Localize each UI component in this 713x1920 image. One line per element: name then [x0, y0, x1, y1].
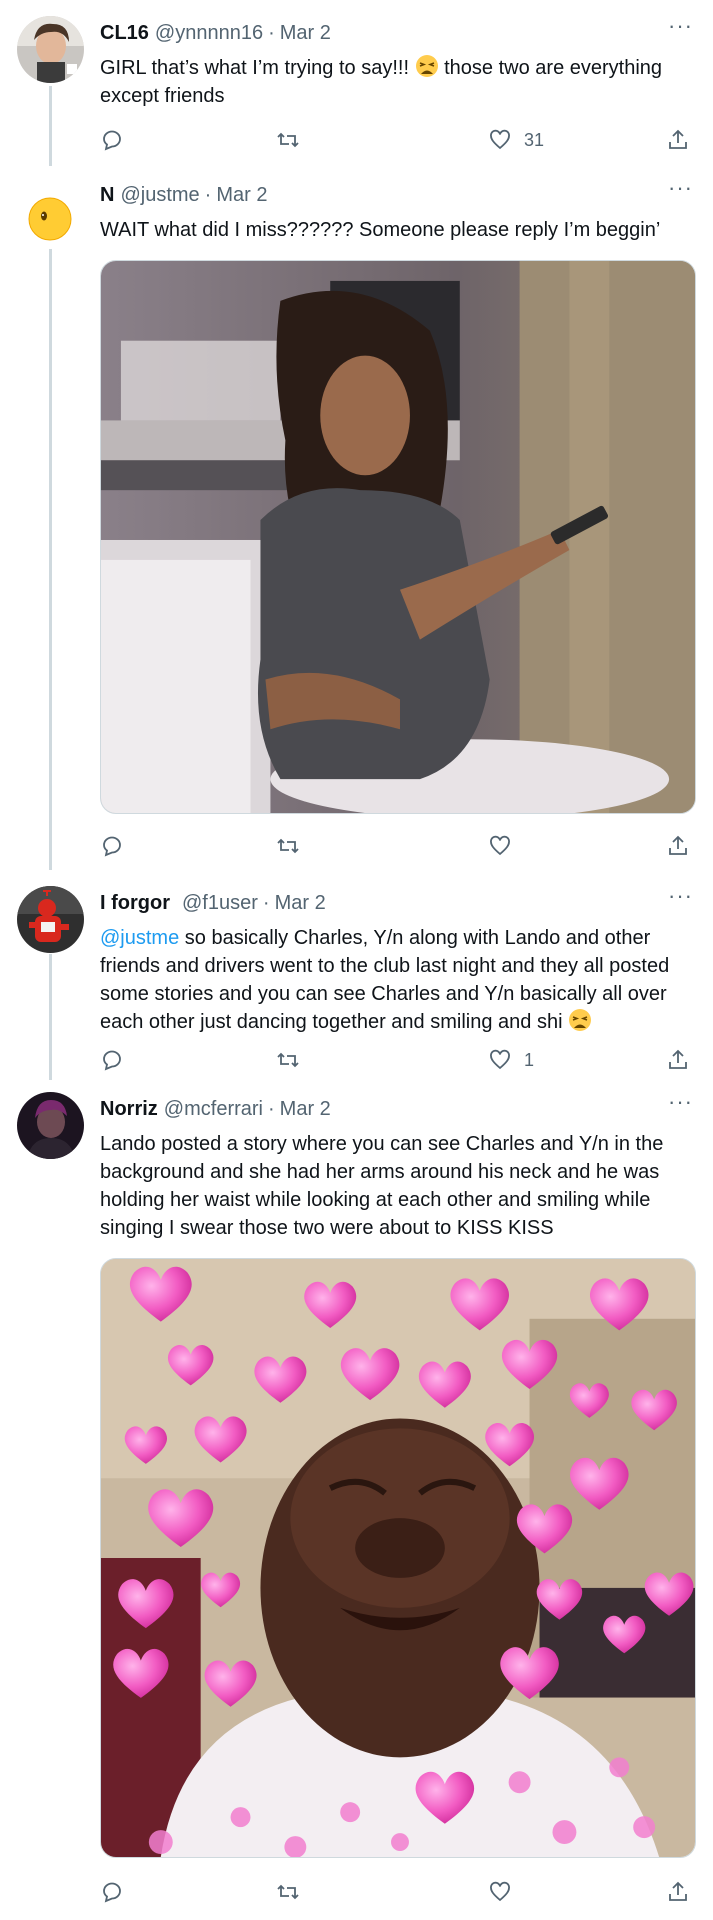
retweet-icon [277, 838, 299, 854]
like-button[interactable]: 1 [488, 1046, 534, 1074]
separator: · [268, 21, 275, 44]
tweet-text: @justme so basically Charles, Y/n along … [100, 924, 699, 1036]
separator: · [268, 1097, 275, 1120]
handle[interactable]: @mcferrari [164, 1098, 263, 1121]
tweet[interactable]: I forgor @f1user · Mar 2 ··· @justme so … [0, 870, 713, 1084]
like-count: 1 [524, 1049, 535, 1070]
reply-button[interactable] [100, 832, 124, 860]
timestamp[interactable]: Mar 2 [280, 22, 331, 45]
share-icon [669, 129, 687, 149]
tweet-text: Lando posted a story where you can see C… [100, 1133, 664, 1239]
retweet-button[interactable] [276, 832, 300, 860]
retweet-icon [277, 1052, 299, 1068]
heart-icon [490, 835, 510, 856]
handle[interactable]: @ynnnnn16 [155, 22, 263, 45]
like-count: 31 [524, 129, 545, 150]
avatar[interactable] [17, 886, 84, 953]
tweet-actions [100, 832, 696, 860]
handle[interactable]: @f1user [182, 892, 258, 915]
tweet-text: GIRL that’s what I’m trying to say!!! th… [100, 54, 699, 110]
display-name[interactable]: Norriz [100, 1098, 158, 1121]
tweet-photo[interactable] [100, 260, 696, 814]
share-icon [669, 1049, 687, 1069]
photo-man-crying-with-hearts [101, 1259, 695, 1857]
tweet-text-part: GIRL that’s what I’m trying to say!!! [100, 57, 415, 79]
tweet-header: Norriz @mcferrari · Mar 2 ··· [100, 1091, 693, 1122]
heart-icon [490, 1881, 510, 1902]
share-icon [669, 835, 687, 855]
more-options-icon[interactable]: ··· [668, 177, 693, 199]
heart-icon [490, 129, 510, 150]
avatar[interactable] [17, 16, 84, 83]
tweet[interactable]: Norriz @mcferrari · Mar 2 ··· Lando post… [0, 1084, 713, 1920]
weary-face-icon [415, 55, 438, 77]
separator: · [262, 891, 270, 914]
avatar[interactable] [17, 182, 84, 249]
retweet-button[interactable] [276, 126, 300, 154]
like-button[interactable] [488, 1878, 524, 1906]
tweet-photo[interactable] [100, 1258, 696, 1858]
reply-icon [103, 1882, 121, 1903]
timestamp[interactable]: Mar 2 [275, 892, 326, 915]
tweet-actions: 31 [100, 126, 696, 154]
retweet-button[interactable] [276, 1878, 300, 1906]
tweet[interactable]: CL16 @ynnnnn16 · Mar 2 ··· GIRL that’s w… [0, 0, 713, 166]
retweet-icon [277, 1884, 299, 1900]
avatar[interactable] [17, 1092, 84, 1159]
share-button[interactable] [666, 126, 690, 154]
timestamp[interactable]: Mar 2 [216, 184, 267, 207]
display-name[interactable]: N [100, 184, 114, 207]
reply-icon [103, 1050, 121, 1071]
share-button[interactable] [666, 832, 690, 860]
tweet-actions: 1 [100, 1046, 696, 1074]
more-options-icon[interactable]: ··· [668, 15, 693, 37]
reply-button[interactable] [100, 1878, 124, 1906]
like-button[interactable]: 31 [488, 126, 544, 154]
heart-icon [490, 1049, 510, 1070]
tweet-actions [100, 1878, 696, 1906]
tweet-header: I forgor @f1user · Mar 2 ··· [100, 885, 693, 916]
reply-button[interactable] [100, 1046, 124, 1074]
like-button[interactable] [488, 832, 524, 860]
timestamp[interactable]: Mar 2 [280, 1098, 331, 1121]
share-button[interactable] [666, 1878, 690, 1906]
retweet-icon [277, 132, 299, 148]
share-icon [669, 1881, 687, 1901]
tweet-header: N @justme · Mar 2 ··· [100, 177, 693, 208]
tweet[interactable]: N @justme · Mar 2 ··· WAIT what did I mi… [0, 166, 713, 870]
weary-face-icon [569, 1009, 592, 1031]
reply-icon [103, 130, 121, 151]
retweet-button[interactable] [276, 1046, 300, 1074]
tweet-text: WAIT what did I miss?????? Someone pleas… [100, 219, 661, 241]
more-options-icon[interactable]: ··· [668, 885, 693, 907]
reply-button[interactable] [100, 126, 124, 154]
display-name[interactable]: CL16 [100, 22, 149, 45]
photo-girl-holding-phone [101, 261, 695, 813]
display-name[interactable]: I forgor [100, 892, 170, 915]
more-options-icon[interactable]: ··· [668, 1091, 693, 1113]
handle[interactable]: @justme [120, 184, 199, 207]
tweet-header: CL16 @ynnnnn16 · Mar 2 ··· [100, 15, 693, 46]
mention-link[interactable]: @justme [100, 927, 179, 949]
reply-icon [103, 836, 121, 857]
separator: · [204, 183, 212, 206]
share-button[interactable] [666, 1046, 690, 1074]
